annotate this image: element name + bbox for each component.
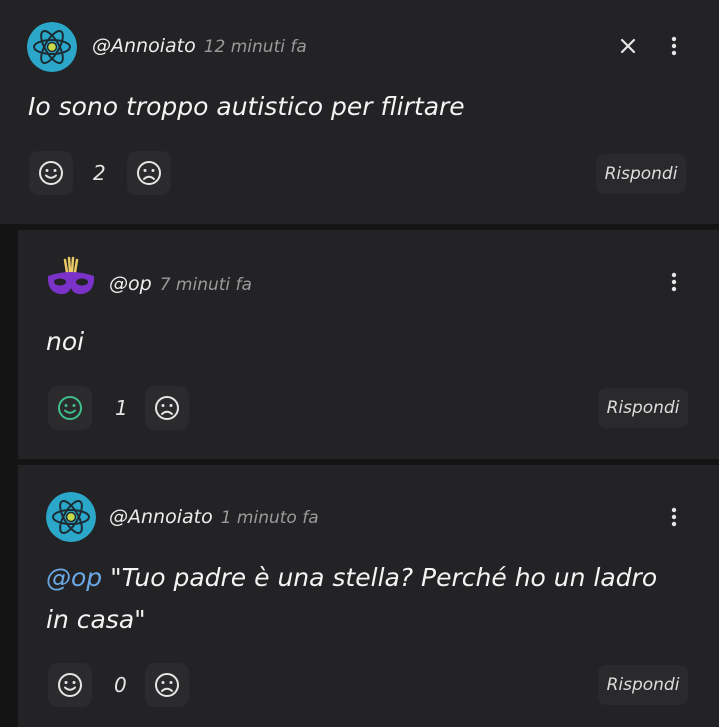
like-count: 2 [93, 161, 106, 185]
comment-text-line: in casa" [46, 605, 146, 634]
username[interactable]: @op [109, 273, 152, 295]
dislike-button[interactable] [127, 151, 171, 195]
dislike-button[interactable] [145, 663, 189, 707]
more-vertical-icon [671, 507, 677, 527]
comment-card: @Annoiato 1 minuto fa @op "Tuo padre è u… [18, 465, 719, 727]
close-icon [620, 38, 636, 54]
reply-button[interactable]: Rispondi [596, 154, 686, 194]
comment-card: @Annoiato 12 minuti fa Io sono troppo au… [0, 0, 719, 224]
timestamp: 12 minuti fa [203, 37, 307, 57]
frown-icon [155, 673, 179, 697]
timestamp: 7 minuti fa [159, 275, 252, 295]
reply-button[interactable]: Rispondi [598, 388, 688, 428]
more-options-button[interactable] [662, 503, 686, 531]
more-options-button[interactable] [662, 268, 686, 296]
like-count: 1 [115, 396, 128, 420]
avatar-mask[interactable] [46, 256, 96, 306]
like-button[interactable] [29, 151, 73, 195]
frown-icon [155, 396, 179, 420]
avatar-atom[interactable] [46, 492, 96, 542]
like-count: 0 [114, 673, 127, 697]
smile-icon [58, 673, 82, 697]
frown-icon [137, 161, 161, 185]
more-vertical-icon [671, 36, 677, 56]
avatar-atom[interactable] [27, 22, 77, 72]
comment-text: Io sono troppo autistico per flirtare [28, 92, 465, 121]
like-button[interactable] [48, 663, 92, 707]
comment-meta: @Annoiato 1 minuto fa [109, 506, 319, 528]
thread-indent-line [0, 226, 18, 727]
like-button[interactable] [48, 386, 92, 430]
masquerade-mask-icon [47, 256, 95, 295]
user-mention[interactable]: @op [46, 563, 102, 592]
more-options-button[interactable] [662, 32, 686, 60]
comment-text-line: @op "Tuo padre è una stella? Perché ho u… [46, 557, 657, 599]
username[interactable]: @Annoiato [92, 35, 196, 57]
comment-card: @op 7 minuti fa noi 1 Rispondi [18, 230, 719, 459]
more-vertical-icon [671, 272, 677, 292]
smile-icon [58, 396, 82, 420]
atom-icon [27, 22, 77, 72]
close-button[interactable] [614, 32, 642, 60]
smile-icon [39, 161, 63, 185]
reply-button[interactable]: Rispondi [598, 665, 688, 705]
comment-text: noi [46, 327, 85, 356]
timestamp: 1 minuto fa [220, 508, 319, 528]
comment-meta: @Annoiato 12 minuti fa [92, 35, 307, 57]
comment-meta: @op 7 minuti fa [109, 273, 252, 295]
atom-icon [46, 492, 96, 542]
username[interactable]: @Annoiato [109, 506, 213, 528]
comment-text-segment: "Tuo padre è una stella? Perché ho un la… [102, 563, 658, 592]
dislike-button[interactable] [145, 386, 189, 430]
